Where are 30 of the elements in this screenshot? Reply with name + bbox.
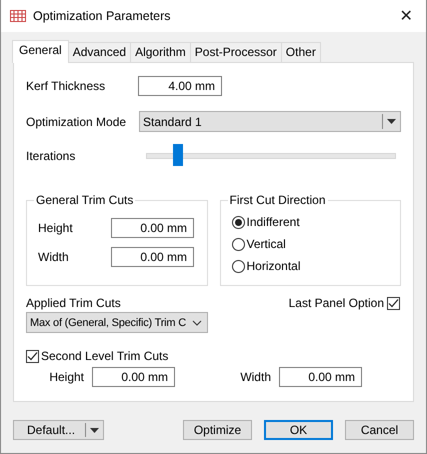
checkbox-label[interactable]: Second Level Trim Cuts (41, 349, 168, 363)
split-button[interactable]: Default... (13, 420, 104, 440)
input-field[interactable]: 0.00 mm (92, 367, 175, 387)
checkbox-label[interactable]: Last Panel Option (288, 296, 384, 310)
field-label: Optimization Mode (26, 114, 128, 128)
field-label: Width (38, 250, 70, 264)
group-title: General Trim Cuts (34, 193, 136, 207)
dialog-button[interactable]: Cancel (345, 420, 414, 440)
close-button[interactable]: ✕ (386, 6, 426, 26)
radio-label[interactable]: Horizontal (246, 259, 301, 273)
input-field[interactable]: 0.00 mm (111, 218, 194, 238)
field-label: Applied Trim Cuts (26, 296, 121, 310)
dialog-button[interactable]: OK (264, 420, 333, 440)
input-field[interactable]: 0.00 mm (279, 367, 362, 387)
field-label: Height (38, 220, 74, 234)
field-label: Height (48, 370, 84, 384)
dropdown[interactable]: Max of (General, Specific) Trim C (26, 312, 208, 333)
window-title: Optimization Parameters (33, 9, 171, 23)
input-field[interactable]: 4.00 mm (138, 76, 222, 96)
field-label: Iterations (26, 149, 76, 163)
field-label: Width (239, 370, 271, 384)
dialog-button[interactable]: Optimize (183, 420, 252, 440)
tab[interactable]: Other (280, 42, 321, 62)
input-field[interactable]: 0.00 mm (111, 246, 194, 266)
dropdown[interactable]: Standard 1 (139, 111, 401, 132)
tab[interactable]: General (12, 40, 69, 63)
group-title: First Cut Direction (228, 193, 328, 207)
field-label: Kerf Thickness (26, 79, 106, 93)
radio-label[interactable]: Vertical (246, 237, 286, 251)
radio-label[interactable]: Indifferent (246, 215, 300, 229)
